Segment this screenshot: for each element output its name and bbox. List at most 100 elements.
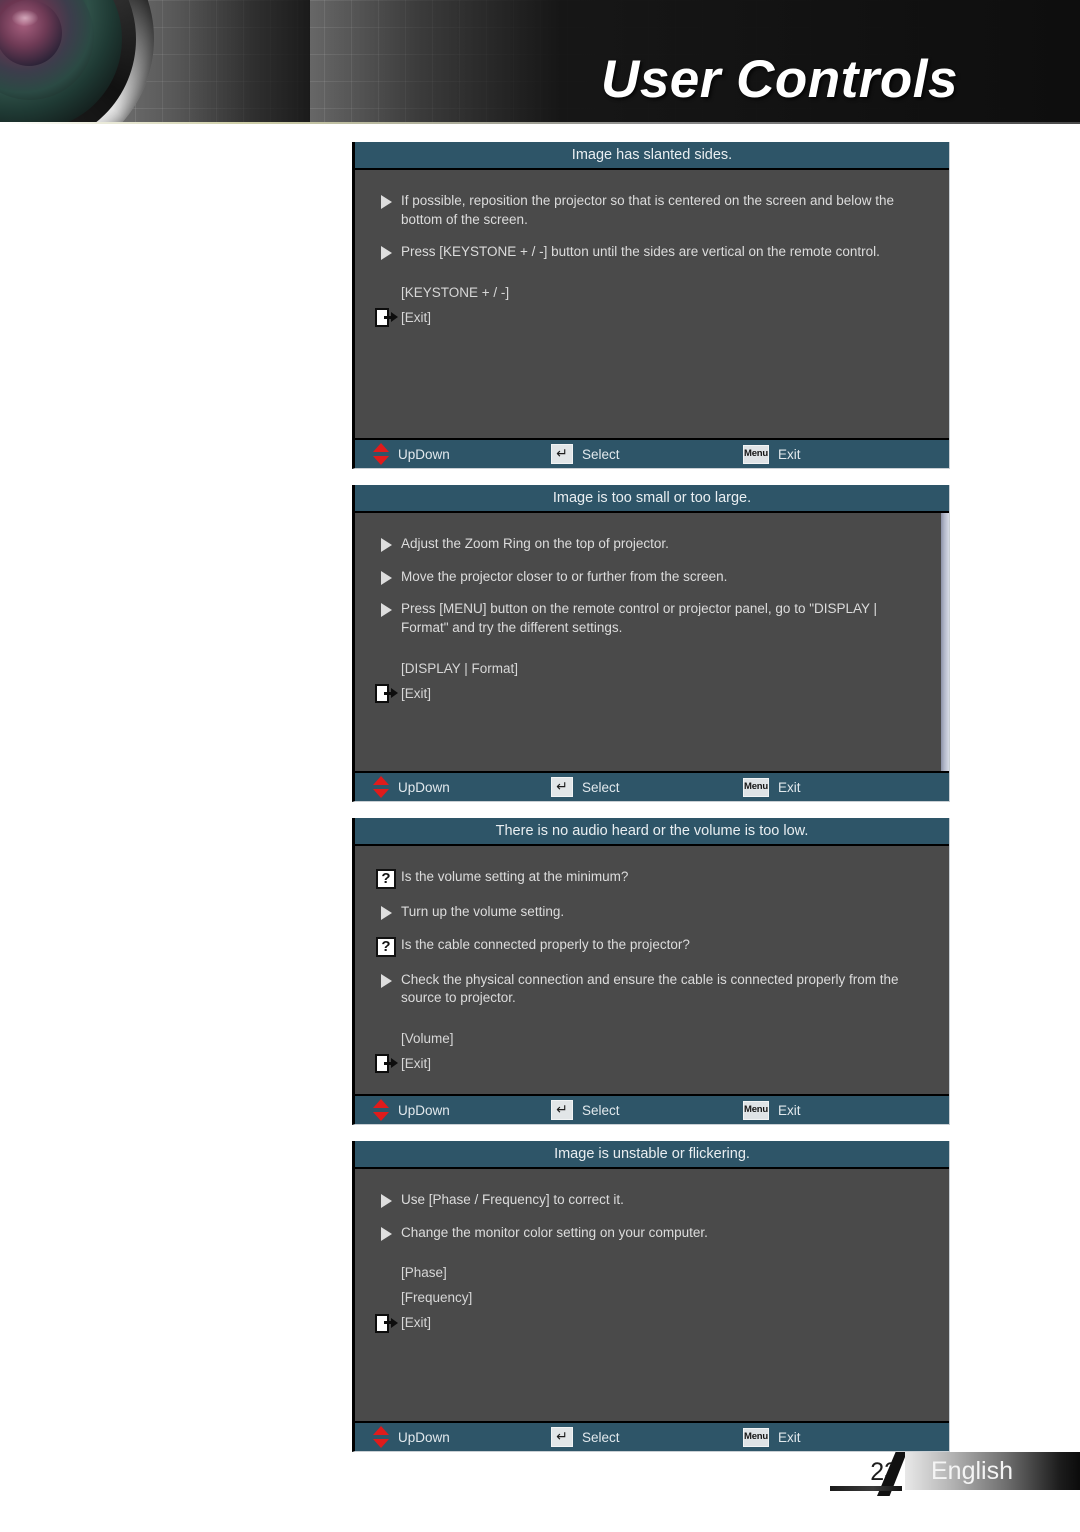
osd-footer-updown-label: UpDown bbox=[398, 446, 450, 462]
osd-footer-select-label: Select bbox=[582, 1102, 620, 1118]
osd-tip-icon-slot bbox=[371, 243, 401, 261]
arrow-up bbox=[373, 443, 389, 452]
question-box-icon: ? bbox=[376, 869, 396, 889]
osd-reference-icon-slot bbox=[371, 292, 401, 293]
exit-door-icon bbox=[375, 684, 398, 703]
triangle-bullet-icon bbox=[380, 246, 392, 261]
osd-panel-body: If possible, reposition the projector so… bbox=[355, 170, 949, 438]
osd-tip-row: Change the monitor color setting on your… bbox=[371, 1224, 933, 1243]
osd-panel-list: Image has slanted sides. If possible, rep… bbox=[352, 142, 950, 1468]
osd-tip-row: ? Is the volume setting at the minimum? bbox=[371, 868, 933, 889]
arrow-up bbox=[373, 776, 389, 785]
osd-panel: Image has slanted sides. If possible, rep… bbox=[352, 142, 950, 469]
osd-reference-icon-slot bbox=[371, 307, 401, 328]
osd-tip-text: Press [MENU] button on the remote contro… bbox=[401, 601, 878, 635]
osd-reference-icon-slot bbox=[371, 1053, 401, 1074]
triangle-bullet-icon bbox=[380, 1226, 392, 1241]
osd-reference-row: [Exit] bbox=[371, 305, 933, 330]
osd-tip-row: Press [KEYSTONE + / -] button until the … bbox=[371, 243, 933, 262]
osd-footer-updown-label: UpDown bbox=[398, 779, 450, 795]
osd-panel-body: Adjust the Zoom Ring on the top of proje… bbox=[355, 513, 949, 771]
osd-tip-icon-slot bbox=[371, 1224, 401, 1241]
osd-reference-icon-slot bbox=[371, 1038, 401, 1039]
osd-tip-icon-slot bbox=[371, 903, 401, 920]
lens-glint bbox=[12, 10, 38, 26]
osd-footer-updown[interactable]: UpDown bbox=[373, 1099, 551, 1121]
osd-footer-bar: UpDown ↵ Select Menu Exit bbox=[355, 771, 949, 801]
osd-panel-title: There is no audio heard or the volume is… bbox=[355, 818, 949, 846]
osd-tip-text: Change the monitor color setting on your… bbox=[401, 1224, 708, 1240]
exit-arrow-head bbox=[391, 1317, 398, 1328]
triangle-bullet-icon bbox=[380, 973, 392, 988]
osd-footer-select[interactable]: ↵ Select bbox=[551, 444, 743, 464]
osd-footer-exit[interactable]: Menu Exit bbox=[743, 1100, 801, 1120]
osd-tip-text: Use [Phase / Frequency] to correct it. bbox=[401, 1192, 624, 1207]
header-gradient-overlay bbox=[120, 0, 310, 124]
osd-footer-exit-label: Exit bbox=[778, 446, 801, 462]
osd-footer-exit[interactable]: Menu Exit bbox=[743, 444, 801, 464]
osd-panel: There is no audio heard or the volume is… bbox=[352, 818, 950, 1125]
language-banner-underline bbox=[830, 1486, 902, 1491]
osd-reference-row: [Volume] bbox=[371, 1026, 933, 1051]
page-footer: 23 English bbox=[0, 1440, 1080, 1532]
osd-reference-icon-slot bbox=[371, 683, 401, 703]
arrow-down bbox=[373, 789, 389, 798]
osd-tip-row: Turn up the volume setting. bbox=[371, 903, 933, 922]
osd-tip-icon-slot: ? bbox=[371, 868, 401, 889]
osd-tip-row: Press [MENU] button on the remote contro… bbox=[371, 600, 933, 637]
osd-tip-icon-slot bbox=[371, 971, 401, 988]
question-box-icon: ? bbox=[376, 936, 396, 957]
osd-footer-updown[interactable]: UpDown bbox=[373, 776, 551, 798]
osd-reference-icon-slot bbox=[371, 1313, 401, 1333]
osd-reference-label: [Frequency] bbox=[401, 1290, 473, 1306]
osd-tip-icon-slot bbox=[371, 1191, 401, 1208]
triangle-bullet-icon bbox=[380, 1194, 392, 1208]
osd-tip-text: Check the physical connection and ensure… bbox=[401, 971, 899, 1006]
osd-footer-select[interactable]: ↵ Select bbox=[551, 777, 743, 797]
exit-arrow-head bbox=[391, 688, 398, 698]
osd-tip-text: If possible, reposition the projector so… bbox=[401, 193, 895, 227]
exit-door-icon bbox=[375, 1054, 398, 1074]
enter-key-icon: ↵ bbox=[551, 1100, 573, 1120]
osd-panel-title: Image is unstable or flickering. bbox=[355, 1141, 949, 1169]
osd-tip-icon-slot bbox=[371, 568, 401, 585]
page-title: User Controls bbox=[601, 50, 958, 109]
osd-tip-icon-slot: ? bbox=[371, 936, 401, 957]
arrow-down bbox=[373, 1112, 389, 1121]
exit-door-icon bbox=[375, 1313, 398, 1333]
osd-footer-exit-label: Exit bbox=[778, 779, 801, 795]
exit-door-icon bbox=[375, 308, 398, 328]
osd-scrollbar[interactable] bbox=[941, 513, 949, 771]
osd-tip-row: If possible, reposition the projector so… bbox=[371, 192, 933, 229]
osd-panel-title: Image is too small or too large. bbox=[355, 485, 949, 513]
osd-reference-row: [DISPLAY | Format] bbox=[371, 656, 933, 681]
osd-reference-label: [DISPLAY | Format] bbox=[401, 660, 519, 676]
up-down-arrow-icon bbox=[373, 443, 389, 465]
enter-key-icon: ↵ bbox=[551, 777, 573, 797]
triangle-bullet-icon bbox=[380, 195, 392, 209]
osd-tip-row: Move the projector closer to or further … bbox=[371, 568, 933, 587]
triangle-bullet-icon bbox=[380, 538, 392, 552]
osd-footer-exit[interactable]: Menu Exit bbox=[743, 777, 801, 797]
exit-arrow-head bbox=[391, 312, 398, 323]
osd-panel-body: ? Is the volume setting at the minimum? Tu… bbox=[355, 846, 949, 1094]
osd-reference-label: [Exit] bbox=[401, 309, 432, 325]
triangle-bullet-icon bbox=[380, 570, 392, 585]
osd-tip-row: ? Is the cable connected properly to the … bbox=[371, 936, 933, 957]
page-header: User Controls bbox=[0, 0, 1080, 124]
exit-arrow-head bbox=[391, 1058, 398, 1069]
osd-footer-select-label: Select bbox=[582, 779, 620, 795]
language-label: English bbox=[931, 1456, 1013, 1485]
osd-tip-text: Is the cable connected properly to the p… bbox=[401, 936, 690, 952]
enter-key-icon: ↵ bbox=[551, 444, 573, 464]
osd-footer-select-label: Select bbox=[582, 446, 620, 462]
osd-footer-updown[interactable]: UpDown bbox=[373, 443, 551, 465]
osd-reference-row: [Frequency] bbox=[371, 1285, 933, 1310]
osd-tip-icon-slot bbox=[371, 192, 401, 209]
osd-reference-label: [Volume] bbox=[401, 1030, 454, 1046]
arrow-up bbox=[373, 1426, 389, 1435]
osd-panel-body: Use [Phase / Frequency] to correct it. Ch… bbox=[355, 1169, 949, 1421]
osd-panel: Image is too small or too large. Adjust t… bbox=[352, 485, 950, 802]
osd-footer-select[interactable]: ↵ Select bbox=[551, 1100, 743, 1120]
osd-reference-label: [Exit] bbox=[401, 685, 432, 701]
